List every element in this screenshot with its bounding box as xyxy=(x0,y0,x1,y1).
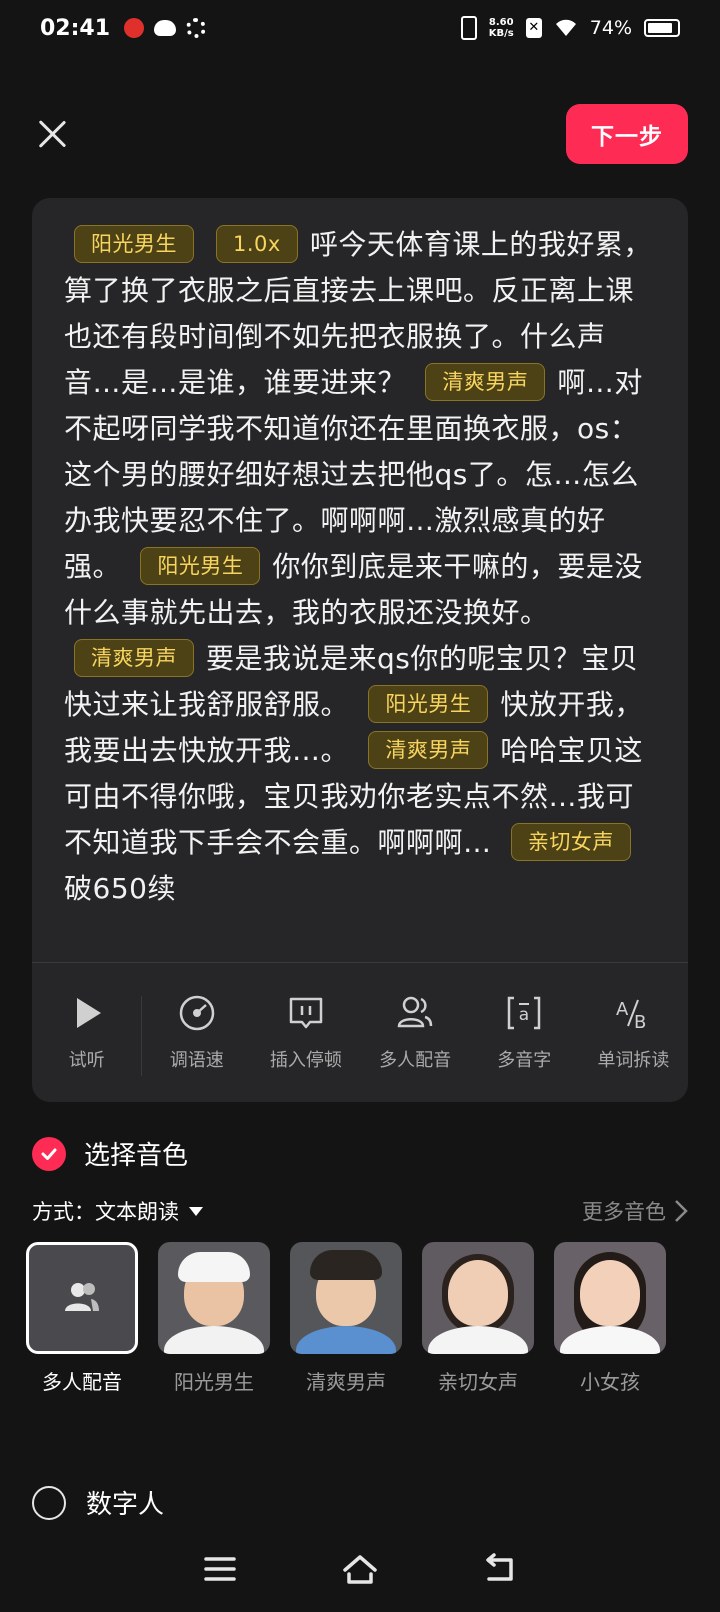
tool-insert-pause[interactable]: 插入停顿 xyxy=(251,978,360,1088)
mode-dropdown[interactable]: 文本朗读 xyxy=(95,1196,179,1226)
voice-tag[interactable]: 清爽男声 xyxy=(368,731,489,769)
script-editor-card: 阳光男生 1.0x 呼今天体育课上的我好累，算了换了衣服之后直接去上课吧。反正离上课… xyxy=(32,198,688,1102)
tool-label: 多音字 xyxy=(497,1050,552,1071)
digital-human-option[interactable]: 数字人 xyxy=(32,1484,164,1521)
menu-icon[interactable] xyxy=(201,1550,239,1588)
radio-unchecked-icon[interactable] xyxy=(32,1485,66,1520)
voice-thumb xyxy=(26,1242,138,1354)
toolbar-divider xyxy=(32,962,688,963)
tool-preview[interactable]: 试听 xyxy=(32,978,141,1088)
voice-tag[interactable]: 清爽男声 xyxy=(425,363,546,401)
voice-name: 阳光男生 xyxy=(174,1370,254,1394)
battery-percent: 74% xyxy=(589,17,632,39)
tool-label: 多人配音 xyxy=(379,1050,452,1071)
next-step-button[interactable]: 下一步 xyxy=(566,104,688,164)
tool-multi-voice[interactable]: 多人配音 xyxy=(361,978,470,1088)
multi-user-icon xyxy=(65,1283,99,1311)
tool-label: 单词拆读 xyxy=(597,1050,670,1071)
chevron-right-icon xyxy=(675,1200,688,1222)
tool-polyphone[interactable]: a 多音字 xyxy=(470,978,579,1088)
pause-insert-icon xyxy=(289,997,323,1029)
avatar xyxy=(158,1242,270,1354)
home-icon[interactable] xyxy=(341,1550,379,1588)
voice-name: 多人配音 xyxy=(42,1370,122,1394)
svg-text:B: B xyxy=(634,1012,646,1033)
speed-dial-icon xyxy=(179,995,214,1031)
tool-speed[interactable]: 调语速 xyxy=(142,978,251,1088)
multi-user-icon xyxy=(397,996,433,1028)
emblem-icon xyxy=(124,18,145,38)
voice-list: 多人配音 阳光男生 清爽男声 亲切女声 小女孩 xyxy=(26,1242,706,1395)
voice-selection-option[interactable]: 选择音色 xyxy=(32,1135,188,1172)
check-icon xyxy=(32,1136,66,1171)
polyphone-icon: a xyxy=(508,996,541,1030)
cloud-icon xyxy=(154,20,177,36)
voice-tag[interactable]: 阳光男生 xyxy=(74,225,194,263)
voice-name: 小女孩 xyxy=(580,1370,640,1394)
no-sim-icon: ✕ xyxy=(525,18,542,38)
back-icon[interactable] xyxy=(481,1550,519,1588)
tool-label: 试听 xyxy=(68,1050,105,1071)
play-icon xyxy=(76,998,101,1028)
voice-tag[interactable]: 阳光男生 xyxy=(368,685,489,723)
voice-option-little-girl[interactable]: 小女孩 xyxy=(554,1242,666,1395)
editor-toolbar: 试听 调语速 插入停顿 多人配音 a 多音字 AB 单词拆读 xyxy=(32,978,688,1088)
script-segment: 破650续 xyxy=(64,872,176,905)
more-voices-label: 更多音色 xyxy=(582,1200,666,1224)
voice-option-fresh-male[interactable]: 清爽男声 xyxy=(290,1242,402,1395)
voice-tag[interactable]: 阳光男生 xyxy=(140,547,261,585)
voice-tag[interactable]: 亲切女声 xyxy=(510,823,631,861)
battery-icon xyxy=(644,19,680,37)
voice-option-sunny-boy[interactable]: 阳光男生 xyxy=(158,1242,270,1395)
tool-word-split[interactable]: AB 单词拆读 xyxy=(579,978,688,1088)
system-nav-bar xyxy=(0,1526,720,1612)
mode-row: 方式： 文本朗读 更多音色 xyxy=(32,1196,688,1226)
net-speed: 8.60 KB/s xyxy=(488,17,514,39)
voice-tag[interactable]: 清爽男声 xyxy=(74,639,194,677)
avatar xyxy=(290,1242,402,1354)
avatar xyxy=(422,1242,534,1354)
caret-down-icon[interactable] xyxy=(189,1206,203,1216)
voice-option-multi[interactable]: 多人配音 xyxy=(26,1242,138,1395)
voice-option-kind-female[interactable]: 亲切女声 xyxy=(422,1242,534,1395)
avatar xyxy=(554,1242,666,1354)
vibrate-icon xyxy=(460,16,477,40)
svg-text:A: A xyxy=(616,999,629,1020)
status-time: 02:41 xyxy=(40,15,111,41)
gear-icon xyxy=(186,18,207,38)
voice-selection-title: 选择音色 xyxy=(84,1141,189,1171)
wifi-icon xyxy=(555,19,576,36)
voice-name: 亲切女声 xyxy=(438,1370,518,1394)
mode-prefix: 方式： xyxy=(32,1200,95,1224)
status-bar: 02:41 8.60 KB/s ✕ 74% xyxy=(0,0,720,56)
more-voices-link[interactable]: 更多音色 xyxy=(582,1196,688,1226)
voice-name: 清爽男声 xyxy=(306,1370,386,1394)
ab-split-icon: AB xyxy=(616,999,646,1033)
tool-label: 插入停顿 xyxy=(269,1050,342,1071)
digital-human-label: 数字人 xyxy=(86,1490,165,1520)
svg-text:a: a xyxy=(519,1005,529,1025)
script-text-area[interactable]: 阳光男生 1.0x 呼今天体育课上的我好累，算了换了衣服之后直接去上课吧。反正离上课… xyxy=(64,222,656,962)
tool-label: 调语速 xyxy=(169,1050,224,1071)
speed-tag[interactable]: 1.0x xyxy=(216,225,298,263)
close-button[interactable] xyxy=(34,116,70,152)
